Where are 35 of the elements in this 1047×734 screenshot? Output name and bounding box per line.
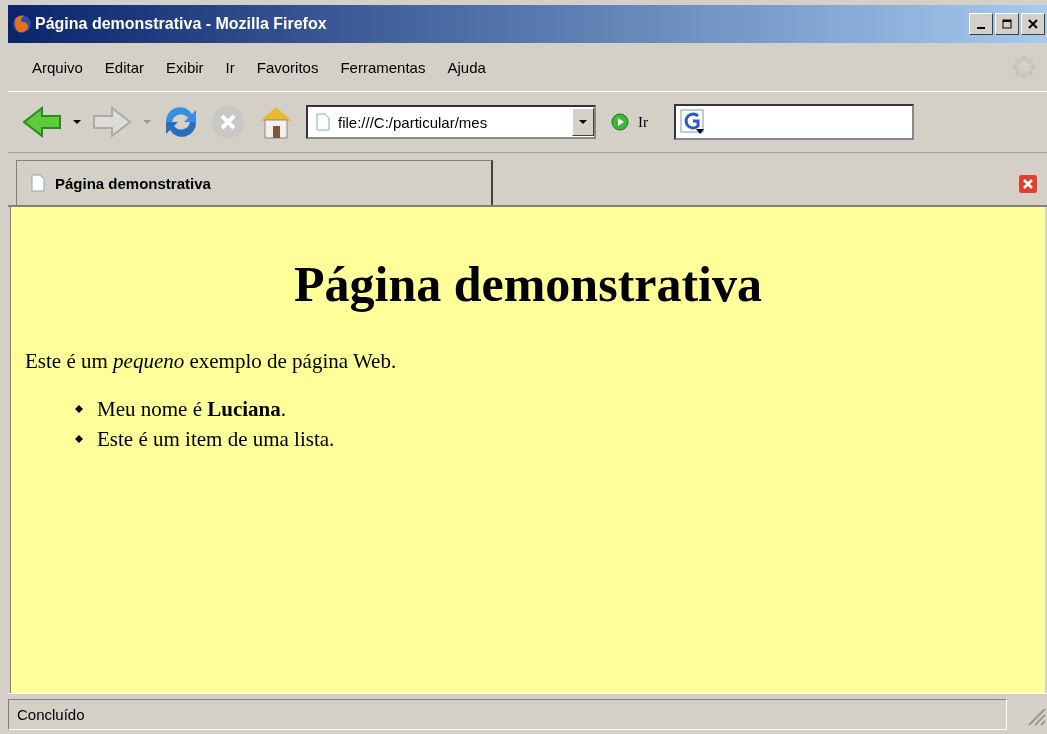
menu-item[interactable]: Ir: [217, 58, 243, 76]
caret-icon: [578, 119, 588, 125]
minimize-button[interactable]: [969, 13, 993, 35]
search-engine-icon: [680, 109, 706, 135]
menu-item[interactable]: Favoritos: [248, 58, 327, 76]
go-button[interactable]: Ir: [606, 112, 664, 132]
page-icon: [316, 113, 330, 131]
list-item: Meu nome é Luciana.: [97, 396, 286, 423]
maximize-button[interactable]: [995, 13, 1019, 35]
bullet-icon: [75, 435, 83, 443]
tab[interactable]: Página demonstrativa: [16, 160, 493, 205]
browser-logo-icon: [12, 14, 32, 34]
minimize-icon: [977, 27, 985, 29]
menu-item[interactable]: Editar: [96, 58, 153, 76]
close-icon: [1028, 19, 1038, 29]
maximize-icon: [1002, 19, 1012, 29]
close-tab-icon[interactable]: [1019, 175, 1037, 193]
search-field[interactable]: [674, 104, 914, 140]
menu-item[interactable]: Ferramentas: [332, 58, 434, 76]
window-title: Página demonstrativa - Mozilla Firefox: [35, 15, 327, 33]
page-heading: Página demonstrativa: [292, 255, 763, 313]
bullet-icon: [75, 405, 83, 413]
dropdown-button[interactable]: [572, 108, 594, 136]
back-arrow-icon[interactable]: [22, 105, 62, 139]
status-text: Concluído: [8, 698, 1007, 730]
page-icon: [31, 174, 45, 192]
caret-icon[interactable]: [72, 119, 82, 125]
address-field[interactable]: file:///C:/particular/mes: [306, 105, 596, 139]
menu-item[interactable]: Ajuda: [439, 58, 494, 76]
close-button[interactable]: [1021, 13, 1045, 35]
play-icon: [610, 112, 630, 132]
menu-item[interactable]: Exibir: [158, 58, 212, 76]
menu-item[interactable]: Arquivo: [24, 58, 91, 76]
list-item: Este é um item de uma lista.: [97, 426, 335, 453]
paragraph: Este é um pequeno exemplo de página Web.: [25, 349, 398, 374]
